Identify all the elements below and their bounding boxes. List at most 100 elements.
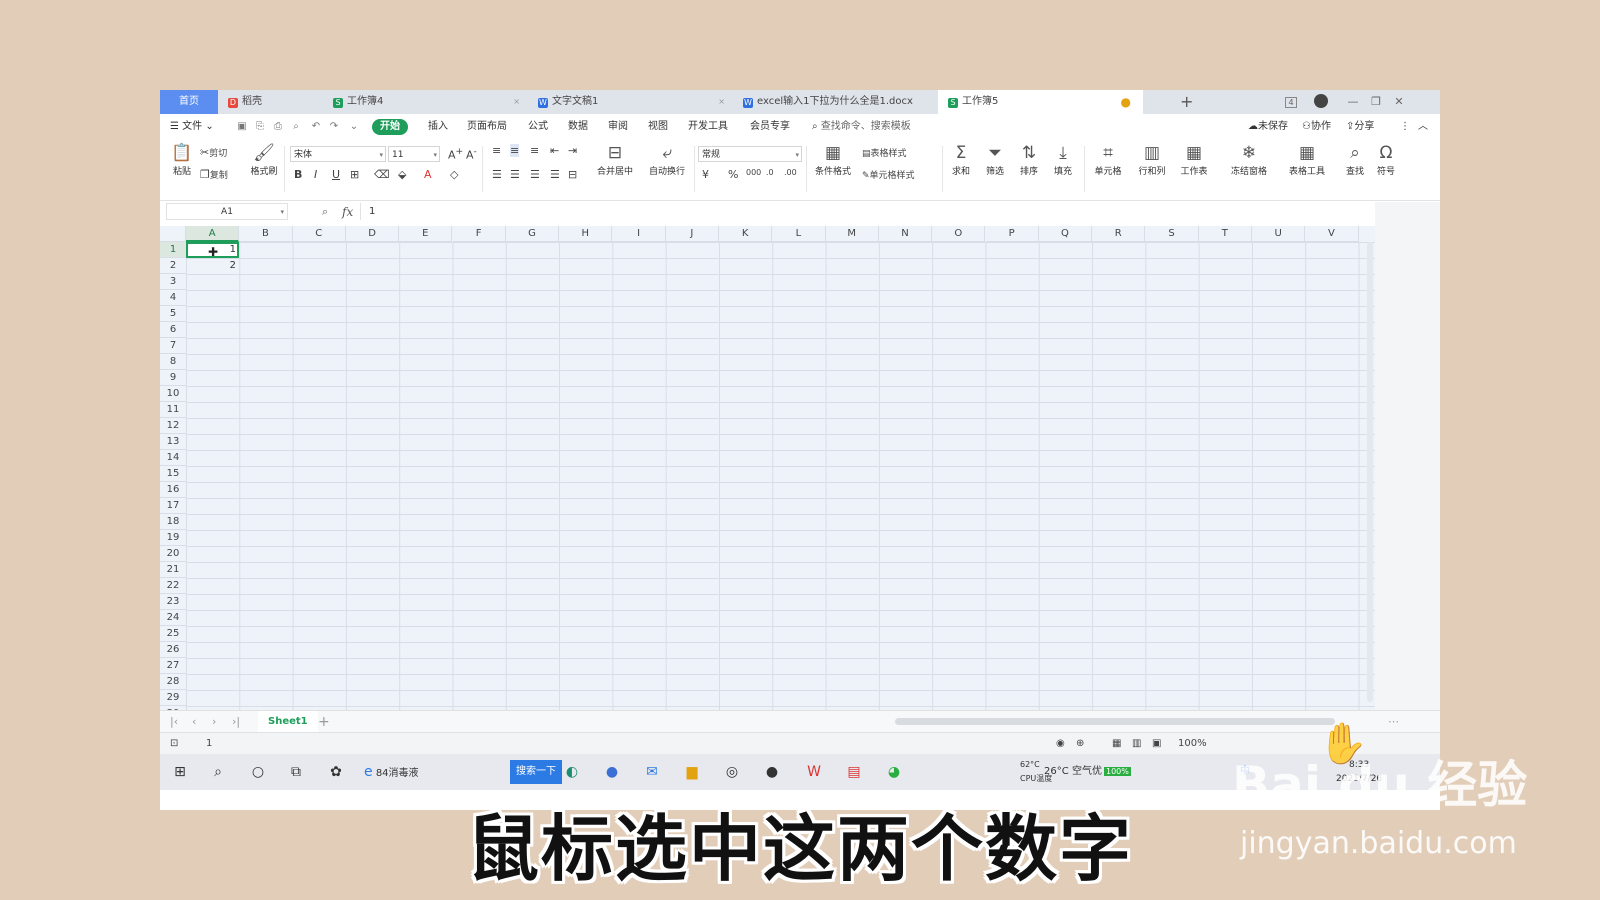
row-header[interactable]: 18 <box>160 514 186 530</box>
zoom-icon[interactable]: ⌕ <box>322 202 328 222</box>
percent-icon[interactable]: % <box>728 168 738 181</box>
undo-icon[interactable]: ↶ <box>310 121 322 133</box>
menu-member[interactable]: 会员专享 <box>750 114 790 140</box>
table-tools-button[interactable]: ▦ 表格工具 <box>1282 142 1332 177</box>
search-icon[interactable]: ⌕ <box>206 760 230 784</box>
column-header[interactable]: B <box>239 226 293 242</box>
row-header[interactable]: 9 <box>160 370 186 386</box>
eye-icon[interactable]: ◉ <box>1056 733 1065 755</box>
row-header[interactable]: 14 <box>160 450 186 466</box>
cortana-icon[interactable]: ○ <box>246 760 270 784</box>
collab-button[interactable]: ⚇协作 <box>1302 114 1331 140</box>
wps-icon[interactable]: W <box>802 760 826 784</box>
menu-developer[interactable]: 开发工具 <box>688 114 728 140</box>
folder-icon[interactable]: ▆ <box>680 760 704 784</box>
customize-icon[interactable]: ⌄ <box>348 121 360 133</box>
column-header[interactable]: O <box>932 226 986 242</box>
auto-wrap-button[interactable]: ⤶ 自动换行 <box>644 142 690 177</box>
worksheet-button[interactable]: ▦ 工作表 <box>1174 142 1214 177</box>
symbol-button[interactable]: Ω 符号 <box>1372 142 1400 177</box>
clear-icon[interactable]: ◇ <box>450 168 458 181</box>
tab-document1[interactable]: W 文字文稿1 × <box>528 90 733 114</box>
justify-icon[interactable]: ☰ <box>550 168 560 181</box>
row-header[interactable]: 19 <box>160 530 186 546</box>
row-header[interactable]: 27 <box>160 658 186 674</box>
sort-button[interactable]: ⇅ 排序 <box>1014 142 1044 177</box>
align-middle-icon[interactable]: ≡ <box>510 144 520 157</box>
redo-icon[interactable]: ↷ <box>328 121 340 133</box>
menu-review[interactable]: 审阅 <box>608 114 628 140</box>
close-icon[interactable]: × <box>718 90 725 114</box>
column-header[interactable]: A <box>186 226 240 242</box>
camera-icon[interactable]: ● <box>760 760 784 784</box>
column-header[interactable]: I <box>612 226 666 242</box>
column-header[interactable]: P <box>985 226 1039 242</box>
row-header[interactable]: 22 <box>160 578 186 594</box>
browser-taskbar-item[interactable]: e 84消毒液 <box>364 754 419 792</box>
app-c-icon[interactable]: ◎ <box>720 760 744 784</box>
sum-button[interactable]: Σ 求和 <box>946 142 976 177</box>
column-header[interactable]: J <box>665 226 719 242</box>
restore-button[interactable]: ❐ <box>1365 90 1387 114</box>
select-all-corner[interactable] <box>160 226 186 242</box>
app-l-icon[interactable]: ● <box>600 760 624 784</box>
row-header[interactable]: 12 <box>160 418 186 434</box>
cells-button[interactable]: ⌗ 单元格 <box>1088 142 1128 177</box>
command-search[interactable]: ⌕ 查找命令、搜索模板 <box>812 114 911 140</box>
row-header[interactable]: 10 <box>160 386 186 402</box>
preview-icon[interactable]: ⌕ <box>290 121 302 133</box>
close-icon[interactable]: × <box>513 90 520 114</box>
pdf-icon[interactable]: ▤ <box>842 760 866 784</box>
border-icon[interactable]: ⊞ <box>350 168 359 181</box>
column-header[interactable]: E <box>399 226 453 242</box>
bold-icon[interactable]: B <box>294 168 302 181</box>
pinwheel-icon[interactable]: ✿ <box>324 760 348 784</box>
rows-cols-button[interactable]: ▥ 行和列 <box>1132 142 1172 177</box>
row-header[interactable]: 11 <box>160 402 186 418</box>
thousands-icon[interactable]: 000 <box>746 168 761 177</box>
row-header[interactable]: 1 <box>160 242 186 258</box>
row-header[interactable]: 13 <box>160 434 186 450</box>
formula-input[interactable]: 1 <box>360 203 1390 220</box>
minimize-button[interactable]: — <box>1342 90 1364 114</box>
file-menu[interactable]: ☰ 文件 ⌄ <box>170 114 214 140</box>
row-header[interactable]: 25 <box>160 626 186 642</box>
sheet-tab-sheet1[interactable]: Sheet1 <box>258 711 318 733</box>
name-box[interactable]: A1 ▾ <box>166 203 288 220</box>
cell-a2[interactable]: 2 <box>186 258 236 274</box>
cut-button[interactable]: ✂剪切 <box>200 146 227 159</box>
tab-workbook5[interactable]: S 工作簿5 ● <box>938 90 1143 114</box>
normal-view-icon[interactable]: ▦ <box>1112 733 1121 755</box>
new-tab-button[interactable]: + <box>1180 90 1193 114</box>
menu-insert[interactable]: 插入 <box>428 114 448 140</box>
column-header[interactable]: N <box>878 226 933 242</box>
vertical-scrollbar[interactable] <box>1367 242 1373 702</box>
row-header[interactable]: 15 <box>160 466 186 482</box>
column-header[interactable]: F <box>452 226 506 242</box>
column-header[interactable]: K <box>719 226 773 242</box>
menu-home[interactable]: 开始 <box>372 119 408 135</box>
save-icon[interactable]: ▣ <box>236 121 248 133</box>
align-top-icon[interactable]: ≡ <box>492 144 501 157</box>
align-right-icon[interactable]: ☰ <box>530 168 540 181</box>
column-header[interactable]: C <box>292 226 346 242</box>
export-icon[interactable]: ⎘ <box>254 121 266 133</box>
cell-style-button[interactable]: ✎单元格样式 <box>862 168 915 181</box>
align-center-icon[interactable]: ☰ <box>510 168 520 181</box>
erase-format-icon[interactable]: ⌫ <box>374 168 390 181</box>
column-header[interactable]: V <box>1305 226 1359 242</box>
font-name-select[interactable]: 宋体 ▾ <box>290 146 386 162</box>
format-painter-button[interactable]: 🖌 格式刷 <box>246 142 282 177</box>
horizontal-scrollbar[interactable] <box>895 718 1335 725</box>
distribute-icon[interactable]: ⊟ <box>568 168 577 181</box>
indent-increase-icon[interactable]: ⇥ <box>568 144 577 157</box>
align-bottom-icon[interactable]: ≡ <box>530 144 539 157</box>
page-view-icon[interactable]: ▥ <box>1132 733 1141 755</box>
row-header[interactable]: 29 <box>160 690 186 706</box>
row-header[interactable]: 20 <box>160 546 186 562</box>
fill-color-icon[interactable]: ⬙ <box>398 168 406 181</box>
font-size-select[interactable]: 11 ▾ <box>388 146 440 162</box>
more-icon[interactable]: ⋯ <box>1388 711 1399 733</box>
function-icon[interactable]: fx <box>342 202 353 222</box>
more-icon[interactable]: ⋮ <box>1400 114 1410 140</box>
